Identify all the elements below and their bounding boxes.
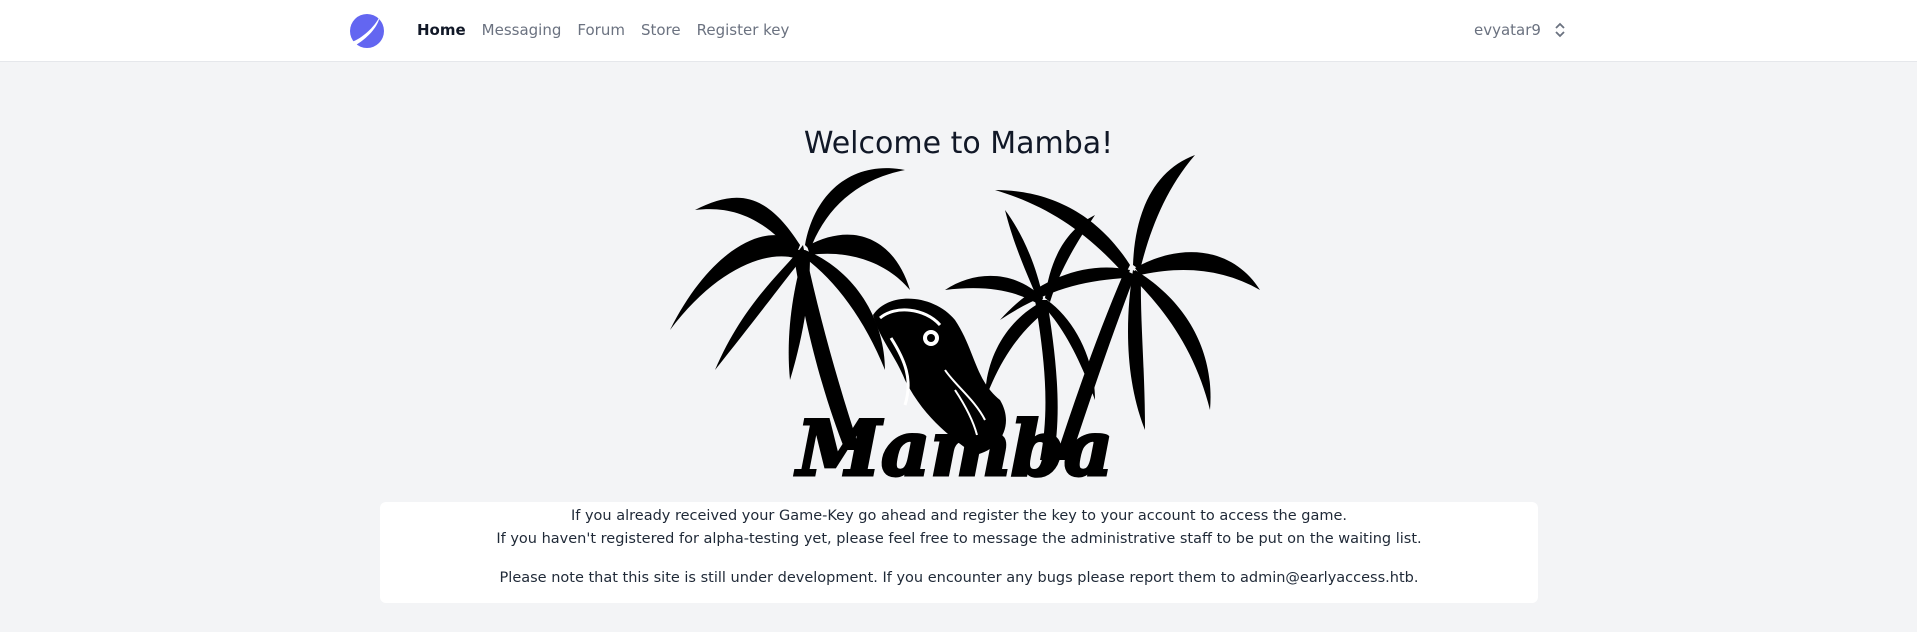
banner-wordmark: Mamba <box>794 404 1113 490</box>
chevron-updown-icon <box>1555 22 1565 38</box>
planet-logo-icon[interactable] <box>348 12 386 50</box>
palm-trees-snake-logo: Mamba <box>670 155 1260 490</box>
nav-forum[interactable]: Forum <box>577 20 625 40</box>
username: evyatar9 <box>1474 21 1541 39</box>
nav-store[interactable]: Store <box>641 20 681 40</box>
info-card: If you already received your Game-Key go… <box>380 502 1538 603</box>
user-menu[interactable]: evyatar9 <box>1474 20 1567 40</box>
top-navbar: Home Messaging Forum Store Register key … <box>0 0 1917 62</box>
info-line-2: If you haven't registered for alpha-test… <box>496 531 1422 547</box>
info-line-1: If you already received your Game-Key go… <box>570 508 1348 524</box>
nav-messaging[interactable]: Messaging <box>482 20 562 40</box>
nav-register-key[interactable]: Register key <box>697 20 790 40</box>
nav-home[interactable]: Home <box>417 20 466 40</box>
info-line-3: Please note that this site is still unde… <box>499 570 1419 586</box>
main-nav: Home Messaging Forum Store Register key <box>417 20 805 40</box>
